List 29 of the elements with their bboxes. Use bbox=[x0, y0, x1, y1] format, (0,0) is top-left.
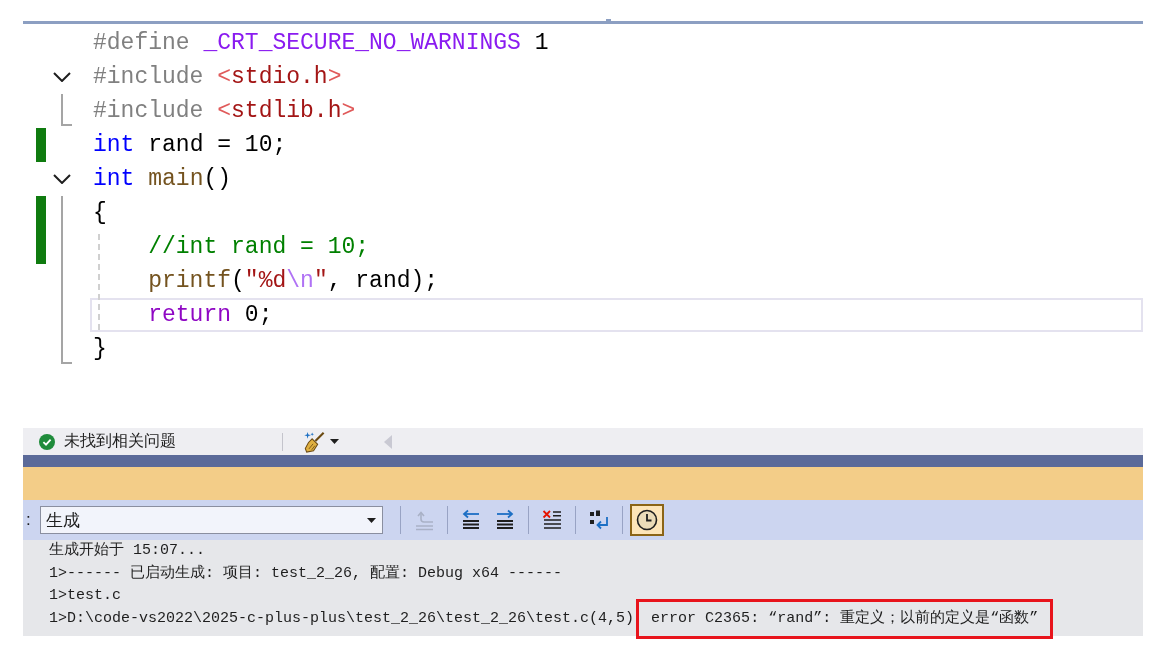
error-message: error C2365: “rand”: 重定义；以前的定义是“函数” bbox=[651, 608, 1039, 629]
cleanup-button[interactable] bbox=[303, 430, 339, 453]
chevron-down-icon[interactable] bbox=[53, 72, 71, 82]
code-line: #include <stdio.h> bbox=[92, 63, 343, 92]
timestamps-button[interactable] bbox=[629, 504, 664, 536]
wrap-arrow-icon bbox=[587, 509, 610, 531]
output-line: 1>------ 已启动生成: 项目: test_2_26, 配置: Debug x64 ------ bbox=[49, 563, 563, 584]
fold-guide-line bbox=[61, 94, 72, 126]
source-label: : bbox=[25, 510, 31, 530]
output-line: 1>test.c bbox=[49, 586, 121, 606]
broom-icon bbox=[303, 430, 325, 453]
code-line: int main() bbox=[92, 165, 233, 194]
code-line: #include <stdlib.h> bbox=[92, 97, 357, 126]
code-line: { bbox=[92, 199, 108, 228]
code-line: //int rand = 10; bbox=[147, 233, 371, 262]
source-dropdown[interactable]: 生成 bbox=[39, 506, 383, 534]
status-text: 未找到相关问题 bbox=[64, 431, 176, 451]
code-line: int rand = 10; bbox=[92, 131, 288, 160]
code-line: #define _CRT_SECURE_NO_WARNINGS 1 bbox=[92, 29, 550, 58]
output-line: 生成开始于 15:07... bbox=[49, 540, 205, 561]
chevron-down-icon[interactable] bbox=[53, 174, 71, 184]
output-line: 1>D:\code-vs2022\2025-c-plus-plus\test_2_26\test_2_26\test.c(4,5) bbox=[49, 608, 635, 629]
caret-down-icon bbox=[330, 439, 339, 444]
clock-icon bbox=[635, 509, 658, 531]
code-line: } bbox=[92, 335, 108, 364]
cross-lines-icon bbox=[540, 509, 563, 531]
editor-splitter[interactable] bbox=[23, 19, 1143, 24]
code-line: printf("%d\n", rand); bbox=[147, 267, 440, 296]
caret-down-icon bbox=[366, 517, 376, 523]
